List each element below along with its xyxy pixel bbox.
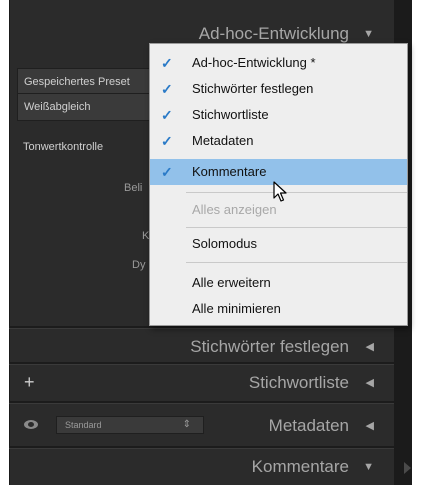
check-icon: ✓ xyxy=(161,133,173,149)
exposure-label: Beli xyxy=(124,182,143,194)
panel-toggle-arrow-icon[interactable] xyxy=(404,462,411,474)
saved-preset-row[interactable]: Gespeichertes Preset xyxy=(17,68,162,96)
saved-preset-label: Gespeichertes Preset xyxy=(24,76,130,88)
header-title: Stichwortliste xyxy=(248,373,349,392)
check-icon: ✓ xyxy=(161,164,173,180)
header-metadata[interactable]: Metadaten ◀ xyxy=(9,410,394,442)
header-keyword-list[interactable]: Stichwortliste ◀ xyxy=(9,367,394,399)
menu-separator xyxy=(186,227,407,228)
menu-separator xyxy=(186,192,407,193)
section-divider xyxy=(9,401,394,404)
menu-item-label: Metadaten xyxy=(192,133,254,148)
menu-item-solo-mode[interactable]: Solomodus xyxy=(150,231,407,257)
tone-control-label: Tonwertkontrolle xyxy=(23,141,104,153)
expanded-triangle-icon: ▼ xyxy=(363,461,374,473)
section-divider xyxy=(9,362,394,365)
collapsed-triangle-icon: ◀ xyxy=(365,377,374,389)
menu-item-label: Alle erweitern xyxy=(192,275,271,290)
menu-item-keywording[interactable]: ✓ Stichwörter festlegen xyxy=(150,76,407,102)
menu-item-label: Alle minimieren xyxy=(192,301,281,316)
menu-item-label: Stichwörter festlegen xyxy=(192,81,314,96)
collapsed-triangle-icon: ◀ xyxy=(365,341,374,353)
white-balance-row[interactable]: Weißabgleich xyxy=(17,93,162,121)
menu-item-metadata[interactable]: ✓ Metadaten xyxy=(150,128,407,154)
menu-item-label: Stichwortliste xyxy=(192,107,269,122)
check-icon: ✓ xyxy=(161,81,173,97)
collapsed-triangle-icon: ◀ xyxy=(365,420,374,432)
screenshot-frame: Ad-hoc-Entwicklung ▼ Gespeichertes Prese… xyxy=(0,0,421,485)
menu-item-label: Alles anzeigen xyxy=(192,202,277,217)
section-divider xyxy=(9,326,394,329)
dy-label: Dy xyxy=(132,259,146,271)
header-comments[interactable]: Kommentare ▼ xyxy=(9,451,394,483)
check-icon: ✓ xyxy=(161,107,173,123)
menu-item-collapse-all[interactable]: Alle minimieren xyxy=(150,296,407,322)
menu-item-label: Solomodus xyxy=(192,236,258,251)
tone-control-row[interactable]: Tonwertkontrolle xyxy=(17,134,162,162)
header-title: Stichwörter festlegen xyxy=(190,337,349,356)
menu-item-label: Kommentare xyxy=(192,164,267,179)
header-title: Kommentare xyxy=(251,457,349,476)
section-divider xyxy=(9,446,394,449)
white-balance-label: Weißabgleich xyxy=(24,101,91,113)
menu-item-keyword-list[interactable]: ✓ Stichwortliste xyxy=(150,102,407,128)
header-title: Metadaten xyxy=(268,416,349,435)
mouse-pointer-icon xyxy=(273,181,287,202)
menu-item-expand-all[interactable]: Alle erweitern xyxy=(150,270,407,296)
menu-item-label: Ad-hoc-Entwicklung * xyxy=(192,55,316,70)
menu-item-adhoc-development[interactable]: ✓ Ad-hoc-Entwicklung * xyxy=(150,50,407,76)
header-keywording[interactable]: Stichwörter festlegen ◀ xyxy=(9,331,394,363)
menu-separator xyxy=(186,262,407,263)
check-icon: ✓ xyxy=(161,55,173,71)
